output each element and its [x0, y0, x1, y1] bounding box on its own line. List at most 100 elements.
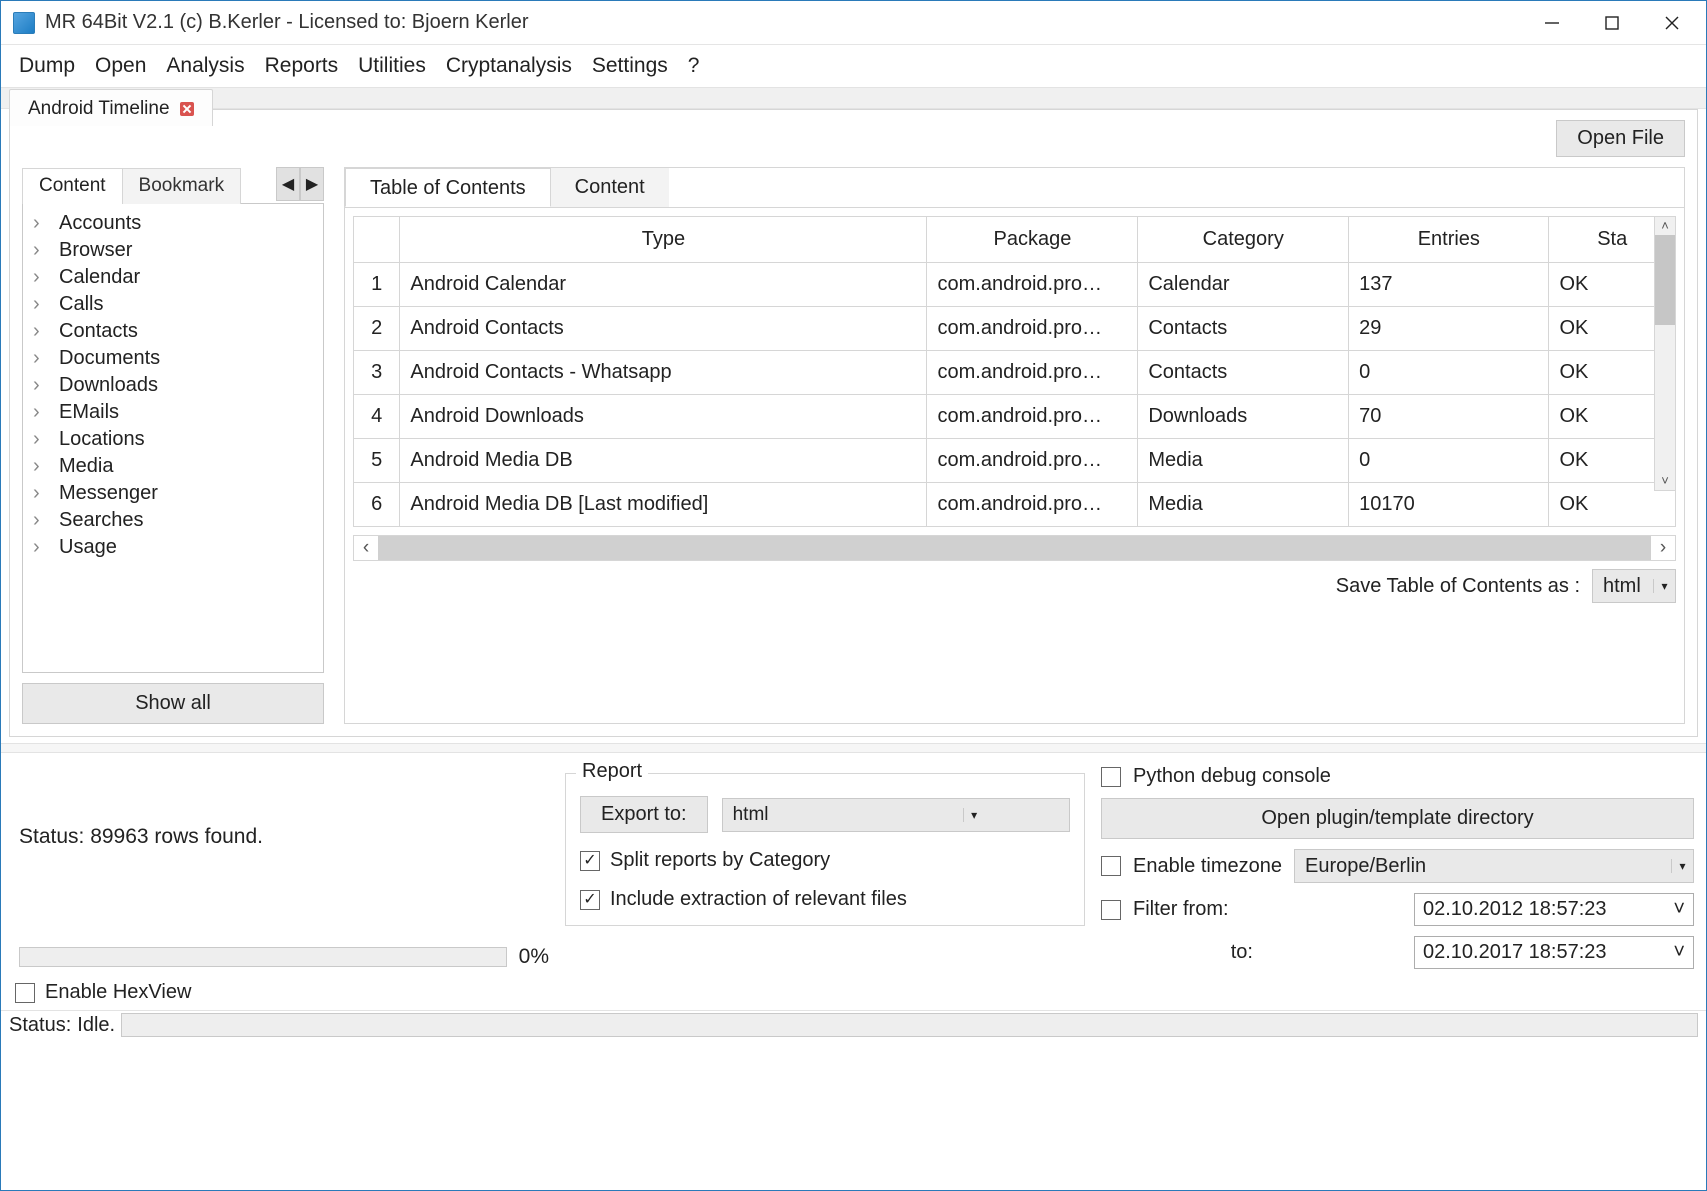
cell-type: Android Calendar: [400, 263, 927, 307]
menu-settings[interactable]: Settings: [582, 50, 678, 82]
menu-utilities[interactable]: Utilities: [348, 50, 436, 82]
open-plugin-dir-button[interactable]: Open plugin/template directory: [1101, 798, 1694, 839]
vertical-scrollbar[interactable]: ˄ ˅: [1654, 216, 1676, 491]
menu-reports[interactable]: Reports: [255, 50, 349, 82]
python-debug-checkbox[interactable]: [1101, 767, 1121, 787]
enable-timezone-label: Enable timezone: [1133, 855, 1282, 878]
tree-item-browser[interactable]: ›Browser: [23, 237, 323, 264]
tree-item-emails[interactable]: › EMails: [23, 399, 323, 426]
table-row[interactable]: 1 Android Calendar com.android.pro… Cale…: [354, 263, 1676, 307]
tree-item-locations[interactable]: ›Locations: [23, 426, 323, 453]
tree-item-accounts[interactable]: ›Accounts: [23, 210, 323, 237]
chevron-right-icon: ›: [33, 266, 49, 289]
cell-category: Calendar: [1138, 263, 1349, 307]
table-row[interactable]: 6 Android Media DB [Last modified] com.a…: [354, 483, 1676, 527]
tree-item-messenger[interactable]: ›Messenger: [23, 480, 323, 507]
table-row[interactable]: 4 Android Downloads com.android.pro… Dow…: [354, 395, 1676, 439]
export-to-button[interactable]: Export to:: [580, 796, 708, 833]
tree-item-calls[interactable]: ›Calls: [23, 291, 323, 318]
enable-hexview-label: Enable HexView: [45, 981, 191, 1004]
tree-item-downloads[interactable]: ›Downloads: [23, 372, 323, 399]
filter-from-value: 02.10.2012 18:57:23: [1423, 898, 1607, 921]
chevron-down-icon: ˅: [1673, 941, 1685, 964]
menu-help[interactable]: ?: [678, 50, 710, 82]
include-extraction-checkbox[interactable]: [580, 890, 600, 910]
enable-timezone-checkbox[interactable]: [1101, 856, 1121, 876]
cell-rownum: 4: [354, 395, 400, 439]
cell-type: Android Downloads: [400, 395, 927, 439]
timezone-select[interactable]: Europe/Berlin ▾: [1294, 849, 1694, 883]
menu-open[interactable]: Open: [85, 50, 156, 82]
cell-rownum: 6: [354, 483, 400, 527]
cell-category: Downloads: [1138, 395, 1349, 439]
tree-item-calendar[interactable]: ›Calendar: [23, 264, 323, 291]
cell-entries: 10170: [1349, 483, 1549, 527]
doc-tab-label: Android Timeline: [28, 98, 170, 120]
scroll-thumb[interactable]: [1655, 235, 1675, 325]
menubar: Dump Open Analysis Reports Utilities Cry…: [1, 45, 1706, 87]
right-tab-content[interactable]: Content: [551, 168, 669, 207]
status-rows-found: Status: 89963 rows found.: [19, 825, 549, 849]
statusbar-field: [121, 1013, 1698, 1037]
close-icon: [1663, 14, 1681, 32]
chevron-left-icon: ◀: [282, 174, 294, 194]
chevron-right-icon: ›: [33, 401, 49, 424]
chevron-right-icon: ›: [33, 320, 49, 343]
window-close-button[interactable]: [1642, 3, 1702, 43]
col-rownum-header[interactable]: [354, 217, 400, 263]
enable-hexview-checkbox[interactable]: [15, 983, 35, 1003]
minimize-icon: [1543, 14, 1561, 32]
tree-item-documents[interactable]: ›Documents: [23, 345, 323, 372]
cell-type: Android Contacts: [400, 307, 927, 351]
splitter-bar[interactable]: [1, 743, 1706, 753]
save-toc-format-value: html: [1593, 575, 1653, 598]
col-type-header[interactable]: Type: [400, 217, 927, 263]
cell-category: Media: [1138, 439, 1349, 483]
filter-to-input[interactable]: 02.10.2017 18:57:23 ˅: [1414, 936, 1694, 969]
statusbar: Status: Idle.: [1, 1010, 1706, 1039]
cell-rownum: 5: [354, 439, 400, 483]
hscroll-thumb[interactable]: [378, 536, 1371, 560]
show-all-button[interactable]: Show all: [22, 683, 324, 724]
export-format-select[interactable]: html ▾: [722, 798, 1070, 832]
content-tree[interactable]: ›Accounts ›Browser ›Calendar ›Calls ›Con…: [22, 203, 324, 673]
tree-item-contacts[interactable]: ›Contacts: [23, 318, 323, 345]
toc-table[interactable]: Type Package Category Entries Sta 1 Andr…: [353, 216, 1676, 527]
left-tab-content[interactable]: Content: [22, 168, 123, 204]
table-row[interactable]: 2 Android Contacts com.android.pro… Cont…: [354, 307, 1676, 351]
doc-tab-close-icon[interactable]: [180, 102, 194, 116]
split-reports-checkbox[interactable]: [580, 851, 600, 871]
col-package-header[interactable]: Package: [927, 217, 1138, 263]
menu-dump[interactable]: Dump: [9, 50, 85, 82]
doc-tab-android-timeline[interactable]: Android Timeline: [9, 89, 213, 126]
filter-from-input[interactable]: 02.10.2012 18:57:23 ˅: [1414, 893, 1694, 926]
tree-item-label: Messenger: [59, 482, 158, 505]
menu-analysis[interactable]: Analysis: [156, 50, 254, 82]
horizontal-scrollbar[interactable]: ‹ ›: [353, 535, 1676, 561]
save-toc-format-select[interactable]: html ▾: [1592, 569, 1676, 603]
filter-from-label: Filter from:: [1133, 898, 1253, 921]
timezone-value: Europe/Berlin: [1295, 855, 1671, 878]
table-row[interactable]: 5 Android Media DB com.android.pro… Medi…: [354, 439, 1676, 483]
col-category-header[interactable]: Category: [1138, 217, 1349, 263]
right-tab-toc[interactable]: Table of Contents: [345, 168, 551, 207]
hexview-row: Enable HexView: [1, 975, 1706, 1010]
tree-item-label: Media: [59, 455, 113, 478]
tree-item-usage[interactable]: ›Usage: [23, 534, 323, 561]
tree-item-label: EMails: [59, 401, 119, 424]
window-minimize-button[interactable]: [1522, 3, 1582, 43]
menu-cryptanalysis[interactable]: Cryptanalysis: [436, 50, 582, 82]
col-entries-header[interactable]: Entries: [1349, 217, 1549, 263]
chevron-right-icon: ›: [33, 374, 49, 397]
tab-scroll-left-button[interactable]: ◀: [276, 167, 300, 201]
window-maximize-button[interactable]: [1582, 3, 1642, 43]
left-tab-bookmark[interactable]: Bookmark: [122, 168, 242, 204]
maximize-icon: [1603, 14, 1621, 32]
cell-rownum: 1: [354, 263, 400, 307]
table-row[interactable]: 3 Android Contacts - Whatsapp com.androi…: [354, 351, 1676, 395]
tree-item-searches[interactable]: ›Searches: [23, 507, 323, 534]
open-file-button[interactable]: Open File: [1556, 120, 1685, 157]
filter-from-checkbox[interactable]: [1101, 900, 1121, 920]
tree-item-media[interactable]: ›Media: [23, 453, 323, 480]
tab-scroll-right-button[interactable]: ▶: [300, 167, 324, 201]
